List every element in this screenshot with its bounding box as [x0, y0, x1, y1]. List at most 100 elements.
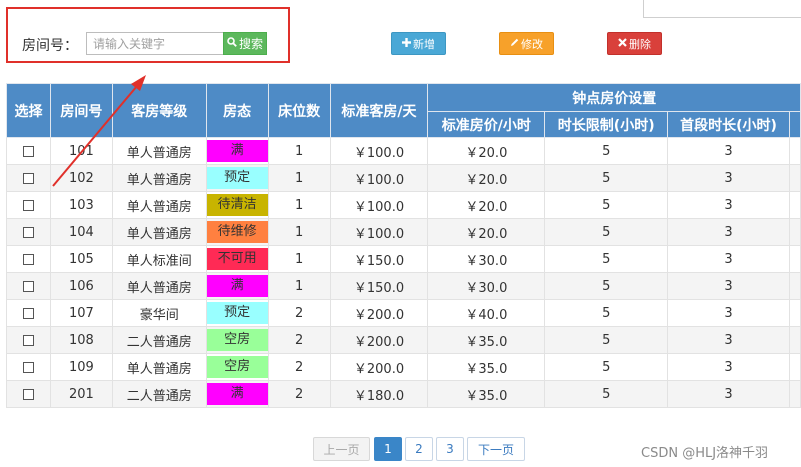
table-row[interactable]: 104 单人普通房 待维修 1 ￥100.0 ￥20.0 5 3: [6, 218, 801, 246]
table-row[interactable]: 103 单人普通房 待清洁 1 ￥100.0 ￥20.0 5 3: [6, 191, 801, 219]
row-checkbox[interactable]: [22, 253, 34, 265]
delete-button[interactable]: 删除: [607, 32, 662, 55]
next-page-button[interactable]: 下一页: [467, 437, 525, 461]
status-badge: 待清洁: [206, 194, 268, 216]
header-room-no: 房间号: [49, 83, 113, 138]
status-badge: 预定: [206, 167, 268, 189]
beds-cell: 1: [267, 272, 331, 300]
status-badge: 空房: [206, 329, 268, 351]
page-3-button[interactable]: 3: [436, 437, 464, 461]
room-cell: 201: [49, 380, 113, 408]
time-limit-cell: 5: [544, 137, 669, 165]
level-cell: 单人普通房: [111, 353, 207, 381]
price-cell: ￥100.0: [329, 218, 429, 246]
row-checkbox[interactable]: [22, 280, 34, 292]
hourly-price-cell: ￥20.0: [427, 164, 546, 192]
row-checkbox[interactable]: [22, 199, 34, 211]
hourly-price-cell: ￥35.0: [427, 353, 546, 381]
extra-cell: [788, 326, 801, 354]
time-limit-cell: 5: [544, 299, 669, 327]
row-checkbox[interactable]: [22, 334, 34, 346]
beds-cell: 1: [267, 191, 331, 219]
beds-cell: 2: [267, 299, 331, 327]
room-table: 选择 房间号 客房等级 房态 床位数 标准客房/天 钟点房价设置 标准房价/小时…: [6, 83, 801, 408]
price-cell: ￥200.0: [329, 353, 429, 381]
header-level: 客房等级: [111, 83, 207, 138]
status-badge: 待维修: [206, 221, 268, 243]
add-button[interactable]: 新增: [391, 32, 446, 55]
beds-cell: 2: [267, 353, 331, 381]
extra-cell: [788, 245, 801, 273]
price-cell: ￥100.0: [329, 164, 429, 192]
beds-cell: 2: [267, 380, 331, 408]
status-cell: 满: [205, 137, 269, 165]
level-cell: 单人普通房: [111, 164, 207, 192]
status-cell: 满: [205, 272, 269, 300]
time-limit-cell: 5: [544, 245, 669, 273]
extra-cell: [788, 218, 801, 246]
status-cell: 满: [205, 380, 269, 408]
table-row[interactable]: 106 单人普通房满 1 ￥150.0 ￥30.0 5 3: [6, 272, 801, 300]
search-input[interactable]: [86, 32, 224, 55]
level-cell: 单人普通房: [111, 191, 207, 219]
price-cell: ￥100.0: [329, 137, 429, 165]
room-cell: 104: [49, 218, 113, 246]
time-limit-cell: 5: [544, 353, 669, 381]
beds-cell: 1: [267, 164, 331, 192]
row-checkbox[interactable]: [22, 361, 34, 373]
table-row[interactable]: 201 二人普通房满 2 ￥180.0 ￥35.0 5 3: [6, 380, 801, 408]
time-limit-cell: 5: [544, 326, 669, 354]
pencil-icon: [510, 37, 519, 50]
select-cell: [6, 272, 51, 300]
price-cell: ￥180.0: [329, 380, 429, 408]
beds-cell: 1: [267, 245, 331, 273]
extra-cell: [788, 191, 801, 219]
header-time-limit: 时长限制(小时): [544, 111, 669, 138]
add-button-label: 新增: [413, 37, 435, 51]
row-checkbox[interactable]: [22, 226, 34, 238]
header-hourly-group: 钟点房价设置: [427, 83, 801, 112]
row-checkbox[interactable]: [22, 388, 34, 400]
level-cell: 单人标准间: [111, 245, 207, 273]
time-limit-cell: 5: [544, 164, 669, 192]
table-row[interactable]: 105 单人标准间 不可用 1 ￥150.0 ￥30.0 5 3: [6, 245, 801, 273]
status-cell: 空房: [205, 326, 269, 354]
select-cell: [6, 353, 51, 381]
select-cell: [6, 218, 51, 246]
extra-cell: [788, 353, 801, 381]
header-status: 房态: [205, 83, 269, 138]
table-row[interactable]: 109 单人普通房 空房 2 ￥200.0 ￥35.0 5 3: [6, 353, 801, 381]
price-cell: ￥150.0: [329, 272, 429, 300]
select-cell: [6, 191, 51, 219]
level-cell: 豪华间: [111, 299, 207, 327]
row-checkbox[interactable]: [22, 307, 34, 319]
room-cell: 101: [49, 137, 113, 165]
beds-cell: 1: [267, 137, 331, 165]
room-cell: 109: [49, 353, 113, 381]
status-badge: 预定: [206, 302, 268, 324]
prev-page-button[interactable]: 上一页: [313, 437, 370, 461]
select-cell: [6, 137, 51, 165]
row-checkbox[interactable]: [22, 172, 34, 184]
page-2-button[interactable]: 2: [405, 437, 433, 461]
table-row[interactable]: 108 二人普通房 空房 2 ￥200.0 ￥35.0 5 3: [6, 326, 801, 354]
table-row[interactable]: 102 单人普通房 预定 1 ￥100.0 ￥20.0 5 3: [6, 164, 801, 192]
edit-button[interactable]: 修改: [499, 32, 554, 55]
first-period-cell: 3: [667, 245, 790, 273]
hourly-price-cell: ￥20.0: [427, 137, 546, 165]
level-cell: 单人普通房: [111, 218, 207, 246]
hourly-price-cell: ￥20.0: [427, 218, 546, 246]
hourly-price-cell: ￥40.0: [427, 299, 546, 327]
level-cell: 单人普通房: [111, 272, 207, 300]
page-1-button[interactable]: 1: [374, 437, 402, 461]
status-badge: 空房: [206, 356, 268, 378]
room-cell: 102: [49, 164, 113, 192]
table-row[interactable]: 107 豪华间 预定 2 ￥200.0 ￥40.0 5 3: [6, 299, 801, 327]
row-checkbox[interactable]: [22, 145, 34, 157]
search-button[interactable]: 搜索: [223, 32, 267, 55]
header-select: 选择: [6, 83, 51, 138]
table-row[interactable]: 101 单人普通房满 1 ￥100.0 ￥20.0 5 3: [6, 137, 801, 165]
beds-cell: 1: [267, 218, 331, 246]
edit-button-label: 修改: [521, 37, 543, 51]
first-period-cell: 3: [667, 191, 790, 219]
